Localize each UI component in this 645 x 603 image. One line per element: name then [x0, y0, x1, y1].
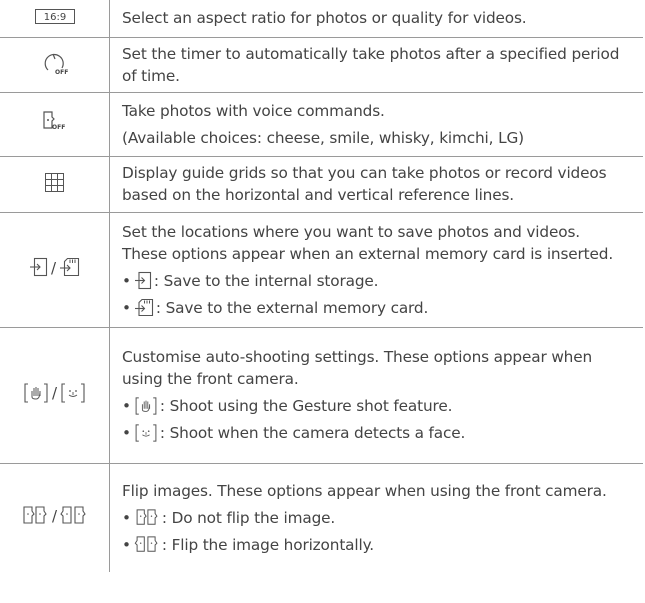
icon-cell: OFF [0, 91, 110, 157]
camera-options-table: 16:9 Select an aspect ratio for photos o… [0, 0, 643, 572]
description-cell: Customise auto-shooting settings. These … [109, 326, 643, 464]
bullet-dot: • [122, 397, 131, 415]
bullet-text: : Shoot using the Gesture shot feature. [159, 397, 453, 415]
description-cell: Flip images. These options appear when u… [109, 462, 643, 572]
icon-cell: / [0, 462, 110, 572]
bullet-dot: • [122, 298, 131, 317]
table-row: / Set the locations where you want to sa… [0, 211, 643, 328]
description-cell: Set the locations where you want to save… [109, 211, 643, 328]
description-line: These options appear when an external me… [122, 244, 614, 263]
description-line: Flip images. These options appear when u… [122, 481, 607, 500]
bullet-text: : Do not flip the image. [161, 508, 336, 527]
table-row: OFF Set the timer to automatically take … [0, 36, 643, 93]
separator: / [51, 384, 58, 402]
bullet-text: : Shoot when the camera detects a face. [159, 424, 466, 442]
gesture-shot-icon [135, 397, 157, 415]
table-row: 16:9 Select an aspect ratio for photos o… [0, 0, 643, 38]
external-memory-card-icon [134, 298, 153, 317]
separator: / [50, 258, 57, 277]
face-detect-icon [61, 383, 85, 403]
svg-text:OFF: OFF [52, 124, 65, 131]
icon-cell [0, 155, 110, 213]
no-flip-icon [23, 506, 47, 524]
gesture-shot-icon [24, 383, 48, 403]
icon-cell: / [0, 211, 110, 328]
no-flip-icon [135, 509, 159, 527]
internal-external-storage-icon: / [29, 257, 80, 277]
gesture-face-shot-icon: / [24, 383, 85, 403]
bullet-text: : Flip the image horizontally. [161, 535, 375, 554]
internal-storage-icon [134, 271, 151, 290]
face-detect-icon [135, 424, 157, 442]
bullet-item: • : Shoot using the Gesture shot feature… [122, 395, 635, 417]
timer-off-icon: OFF [42, 51, 68, 76]
icon-cell: 16:9 [0, 0, 110, 38]
description-line: Take photos with voice commands. [122, 101, 385, 120]
internal-storage-icon [29, 257, 48, 277]
voice-shutter-off-icon: OFF [41, 110, 69, 134]
description-line: Display guide grids so that you can take… [122, 164, 607, 182]
bullet-dot: • [122, 271, 131, 290]
bullet-dot: • [122, 424, 131, 442]
table-row: / Customise auto-shooting settings. Thes… [0, 326, 643, 464]
table-row: OFF Take photos with voice commands. (Av… [0, 91, 643, 157]
description-line: Select an aspect ratio for photos or qua… [122, 9, 527, 28]
svg-text:16:9: 16:9 [43, 12, 65, 23]
description-line: based on the horizontal and vertical ref… [122, 186, 515, 204]
description-cell: Take photos with voice commands. (Availa… [109, 91, 643, 157]
bullet-item: • : Flip the image horizontally. [122, 534, 635, 556]
flip-images-icon: / [22, 506, 87, 526]
bullet-dot: • [122, 535, 131, 554]
bullet-text: : Save to the internal storage. [153, 271, 379, 290]
flip-horizontal-icon [134, 536, 159, 554]
svg-text:OFF: OFF [55, 69, 68, 76]
icon-cell: OFF [0, 36, 110, 93]
aspect-ratio-icon: 16:9 [34, 8, 75, 24]
description-line: using the front camera. [122, 370, 299, 388]
description-line: Set the locations where you want to save… [122, 222, 580, 241]
table-row: Display guide grids so that you can take… [0, 155, 643, 213]
description-line: Customise auto-shooting settings. These … [122, 348, 593, 366]
description-line: of time. [122, 66, 180, 85]
separator: / [51, 506, 58, 525]
description-line: Set the timer to automatically take phot… [122, 44, 620, 63]
bullet-text: : Save to the external memory card. [155, 298, 429, 317]
description-cell: Display guide grids so that you can take… [109, 155, 643, 213]
grid-icon [45, 172, 64, 192]
description-line: (Available choices: cheese, smile, whisk… [122, 128, 524, 147]
bullet-item: • : Do not flip the image. [122, 507, 635, 529]
external-memory-card-icon [60, 257, 80, 277]
description-cell: Set the timer to automatically take phot… [109, 36, 643, 93]
bullet-item: • : Save to the internal storage. [122, 270, 635, 292]
flip-horizontal-icon [60, 506, 86, 524]
description-cell: Select an aspect ratio for photos or qua… [109, 0, 643, 38]
bullet-dot: • [122, 508, 131, 527]
bullet-item: • : Shoot when the camera detects a face… [122, 422, 635, 444]
table-row: / Flip images. These options appear when… [0, 462, 643, 572]
icon-cell: / [0, 326, 110, 464]
bullet-item: • : Save to the external memory card. [122, 297, 635, 319]
